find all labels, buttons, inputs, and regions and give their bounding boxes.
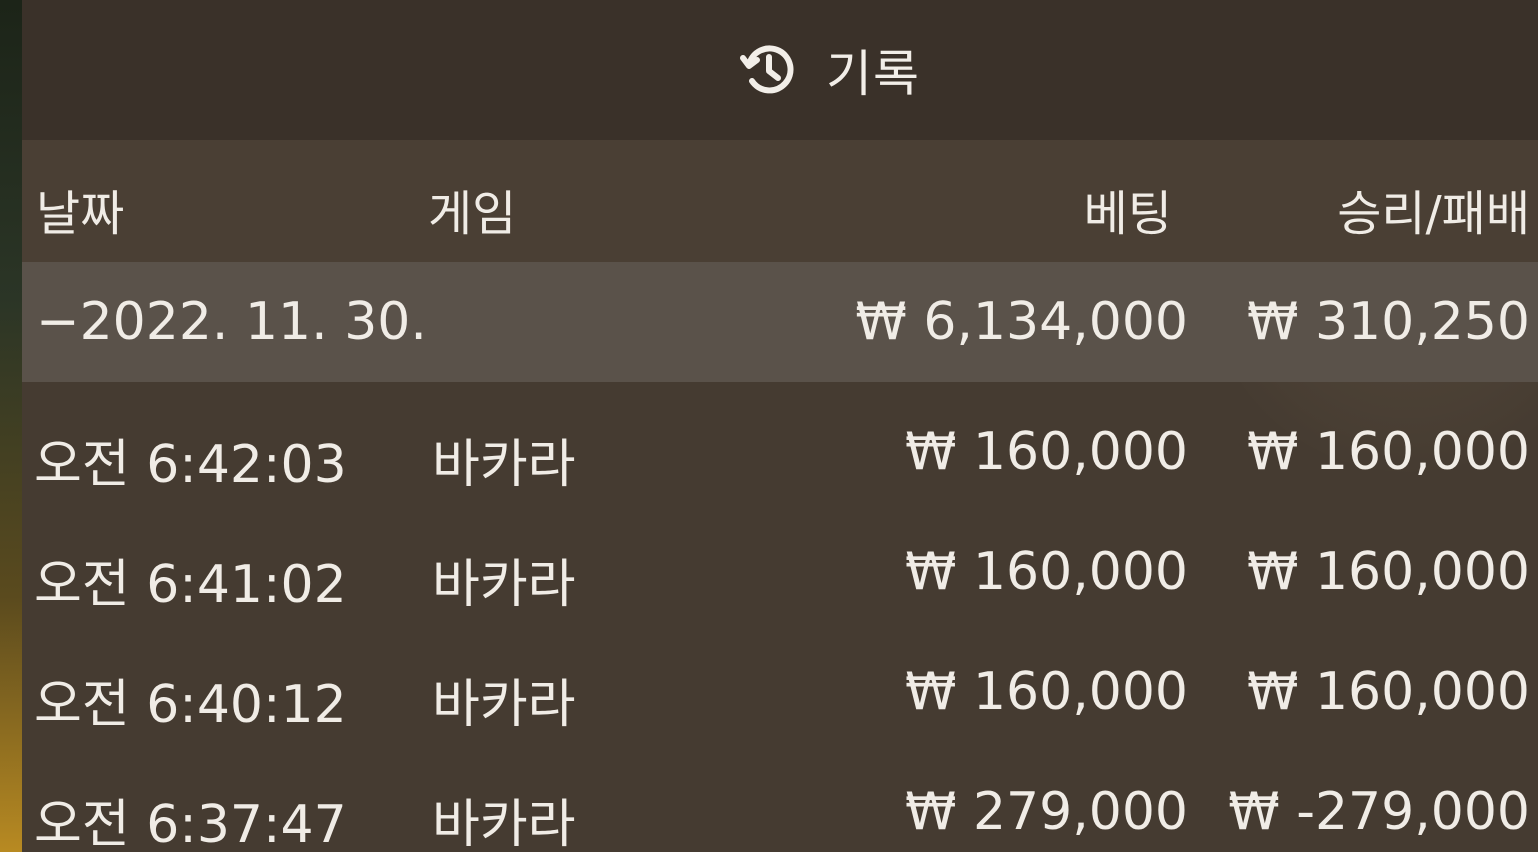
row-time: 오전 6:41:02 [34,555,347,615]
title-bar: 기록 [22,0,1538,140]
history-panel: 기록 날짜 게임 베팅 승리/패배 −2022. 11. 30. ₩ 6,134… [22,0,1538,852]
row-bet: ₩ 160,000 [905,422,1188,482]
table-row[interactable]: 오전 6:42:03 바카라 ₩ 160,000 ₩ 160,000 [22,382,1538,502]
table-row[interactable]: 오전 6:37:47 바카라 ₩ 279,000 ₩ -279,000 [22,742,1538,852]
summary-date: −2022. 11. 30. [36,292,427,352]
row-time: 오전 6:40:12 [34,675,347,735]
history-list: 오전 6:42:03 바카라 ₩ 160,000 ₩ 160,000 오전 6:… [22,382,1538,852]
row-time: 오전 6:42:03 [34,435,347,495]
row-time: 오전 6:37:47 [34,795,347,852]
summary-bet: ₩ 6,134,000 [855,292,1188,352]
table-header: 날짜 게임 베팅 승리/패배 [22,140,1538,262]
title-group: 기록 [740,34,920,106]
row-game: 바카라 [432,795,576,852]
row-game: 바카라 [432,555,576,615]
background-strip [0,0,22,852]
row-game: 바카라 [432,435,576,495]
column-header-game[interactable]: 게임 [428,174,516,244]
table-row[interactable]: 오전 6:41:02 바카라 ₩ 160,000 ₩ 160,000 [22,502,1538,622]
row-result: ₩ 160,000 [1247,662,1530,722]
column-header-bet[interactable]: 베팅 [1084,174,1172,244]
row-result: ₩ 160,000 [1247,422,1530,482]
column-header-result[interactable]: 승리/패배 [1337,174,1530,244]
history-icon [740,41,798,99]
row-bet: ₩ 160,000 [905,662,1188,722]
page-title: 기록 [826,45,920,103]
table-row[interactable]: 오전 6:40:12 바카라 ₩ 160,000 ₩ 160,000 [22,622,1538,742]
summary-result: ₩ 310,250 [1247,292,1530,352]
row-result: ₩ 160,000 [1247,542,1530,602]
row-result: ₩ -279,000 [1228,782,1530,842]
history-screen: 기록 날짜 게임 베팅 승리/패배 −2022. 11. 30. ₩ 6,134… [0,0,1538,852]
date-summary-row[interactable]: −2022. 11. 30. ₩ 6,134,000 ₩ 310,250 [22,262,1538,382]
row-bet: ₩ 160,000 [905,542,1188,602]
column-header-date[interactable]: 날짜 [36,174,124,244]
row-bet: ₩ 279,000 [905,782,1188,842]
row-game: 바카라 [432,675,576,735]
